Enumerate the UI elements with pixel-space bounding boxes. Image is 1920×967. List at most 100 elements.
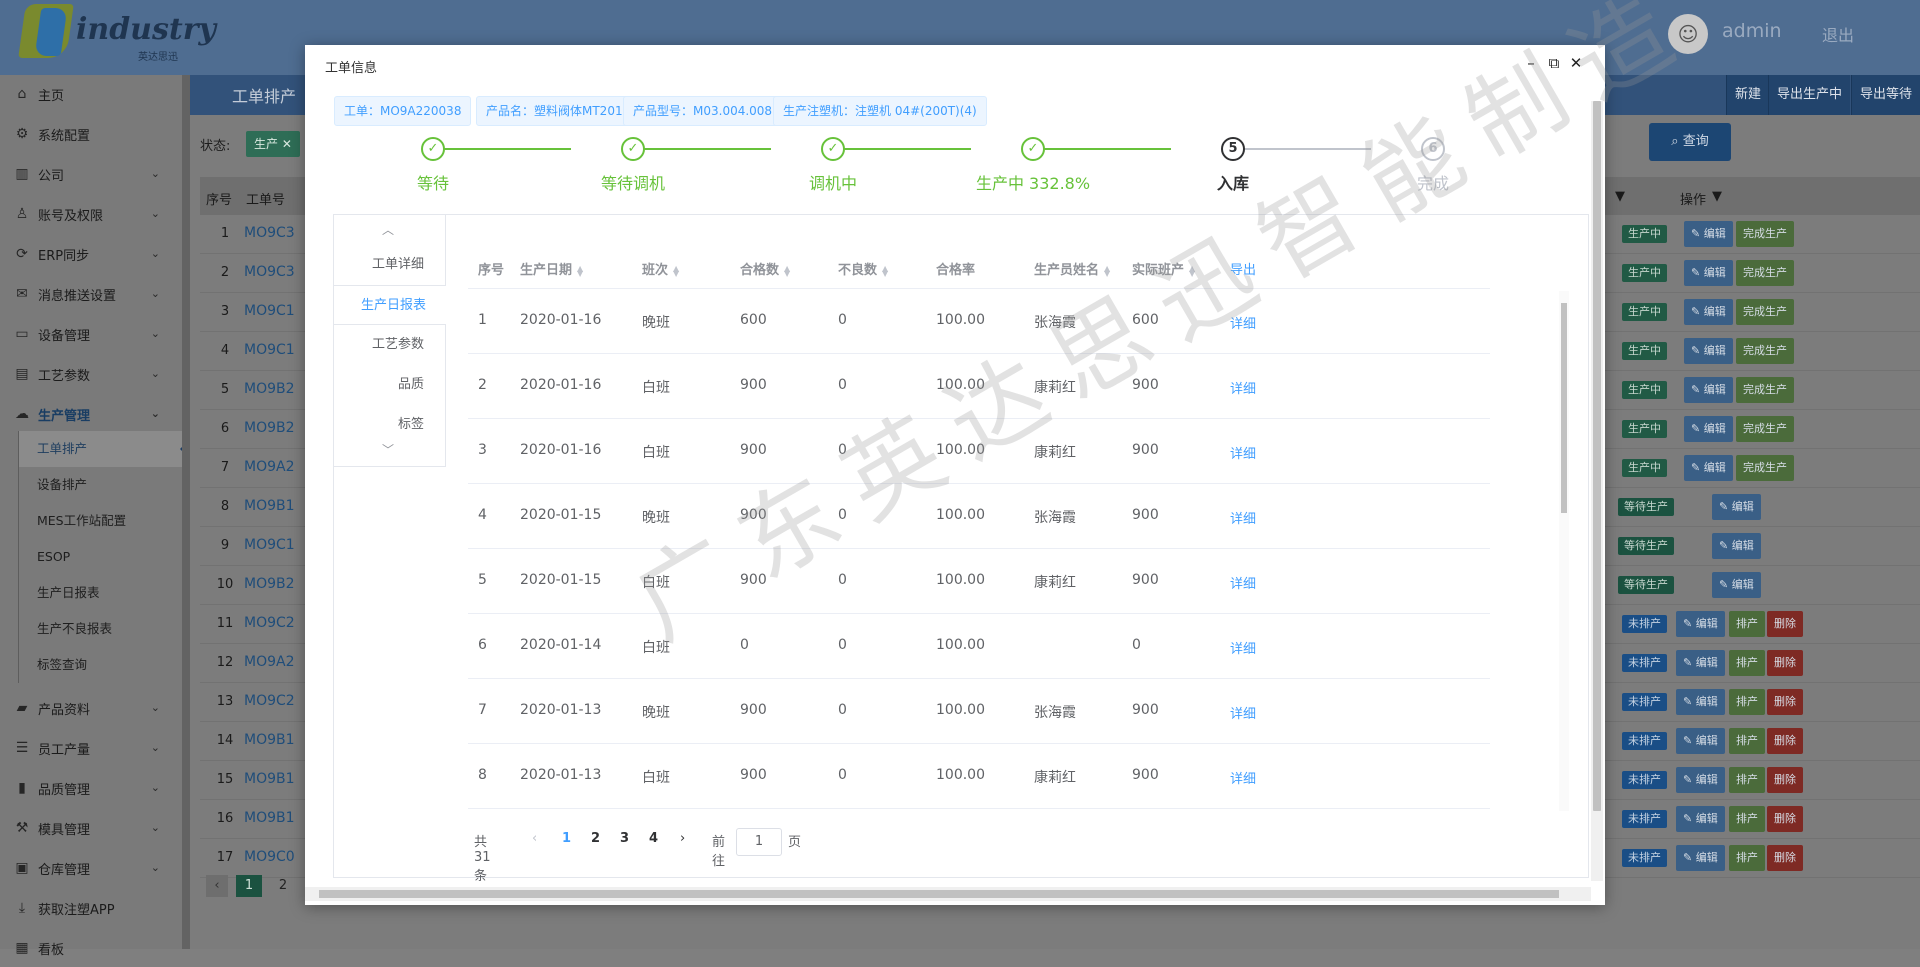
order-number-link[interactable]: MO9B2	[244, 576, 295, 592]
col-worker[interactable]: 生产员姓名 ▲ ▼	[1034, 259, 1110, 278]
edit-button[interactable]: ✎ 编辑	[1676, 650, 1725, 676]
col-good[interactable]: 合格数 ▲ ▼	[740, 259, 790, 278]
minimize-icon[interactable]: –	[1521, 53, 1541, 73]
detail-link[interactable]: 详细	[1230, 508, 1256, 527]
sidebar-subitem[interactable]: 设备排产	[18, 467, 182, 503]
finish-button[interactable]: 完成生产	[1736, 299, 1794, 325]
detail-link[interactable]: 详细	[1230, 443, 1256, 462]
sidebar-item[interactable]: ⚙ 系统配置	[0, 115, 182, 153]
export-link[interactable]: 导出	[1230, 259, 1256, 278]
edit-button[interactable]: ✎ 编辑	[1684, 416, 1733, 442]
detail-link[interactable]: 详细	[1230, 313, 1256, 332]
sidebar-item[interactable]: ⌂ 主页	[0, 75, 182, 113]
col-shift[interactable]: 班次 ▲ ▼	[642, 259, 679, 278]
edit-button[interactable]: ✎ 编辑	[1684, 260, 1733, 286]
sidebar-item[interactable]: ▦ 看板	[0, 929, 182, 967]
detail-link[interactable]: 详细	[1230, 768, 1256, 787]
schedule-button[interactable]: 排产	[1729, 689, 1765, 715]
close-icon[interactable]: ✕	[1566, 53, 1586, 73]
finish-button[interactable]: 完成生产	[1736, 260, 1794, 286]
page-3[interactable]: 3	[620, 831, 629, 846]
sidebar-subitem[interactable]: 生产不良报表	[18, 611, 182, 647]
edit-button[interactable]: ✎ 编辑	[1676, 845, 1725, 871]
edit-button[interactable]: ✎ 编辑	[1684, 221, 1733, 247]
prev-page[interactable]: ‹	[206, 875, 228, 897]
edit-button[interactable]: ✎ 编辑	[1676, 767, 1725, 793]
goto-page-input[interactable]: 1	[736, 828, 782, 856]
sidebar-subitem[interactable]: 生产日报表	[18, 575, 182, 611]
finish-button[interactable]: 完成生产	[1736, 221, 1794, 247]
col-actual[interactable]: 实际班产 ▲ ▼	[1132, 259, 1195, 278]
detail-link[interactable]: 详细	[1230, 573, 1256, 592]
finish-button[interactable]: 完成生产	[1736, 338, 1794, 364]
avatar[interactable]: ☺	[1668, 14, 1708, 54]
sidebar-item[interactable]: ▭ 设备管理 ⌄	[0, 315, 182, 353]
edit-button[interactable]: ✎ 编辑	[1676, 689, 1725, 715]
detail-link[interactable]: 详细	[1230, 378, 1256, 397]
sidebar-item[interactable]: ✉ 消息推送设置 ⌄	[0, 275, 182, 313]
tab-process-params[interactable]: 工艺参数	[334, 325, 444, 365]
schedule-button[interactable]: 排产	[1729, 728, 1765, 754]
delete-button[interactable]: 删除	[1767, 650, 1803, 676]
logout-link[interactable]: 退出	[1822, 22, 1854, 46]
page-2[interactable]: 2	[591, 831, 600, 846]
order-number-link[interactable]: MO9C0	[244, 849, 295, 865]
order-number-link[interactable]: MO9C1	[244, 303, 295, 319]
status-filter-tag[interactable]: 生产 ✕	[246, 131, 300, 157]
order-number-link[interactable]: MO9A2	[244, 654, 295, 670]
edit-button[interactable]: ✎ 编辑	[1684, 299, 1733, 325]
delete-button[interactable]: 删除	[1767, 689, 1803, 715]
order-number-link[interactable]: MO9C3	[244, 225, 295, 241]
page-1[interactable]: 1	[236, 875, 262, 897]
delete-button[interactable]: 删除	[1767, 728, 1803, 754]
sidebar-item[interactable]: ▤ 工艺参数 ⌄	[0, 355, 182, 393]
next-page-icon[interactable]: ›	[680, 831, 685, 846]
order-number-link[interactable]: MO9C1	[244, 342, 295, 358]
filter-icon[interactable]: ▼	[1615, 189, 1625, 204]
tab-quality[interactable]: 品质	[334, 365, 444, 405]
delete-button[interactable]: 删除	[1767, 806, 1803, 832]
detail-link[interactable]: 详细	[1230, 638, 1256, 657]
delete-button[interactable]: 删除	[1767, 767, 1803, 793]
new-button[interactable]: 新建	[1726, 75, 1770, 115]
schedule-button[interactable]: 排产	[1729, 767, 1765, 793]
order-number-link[interactable]: MO9C1	[244, 537, 295, 553]
tab-label[interactable]: 标签	[334, 405, 444, 445]
order-number-link[interactable]: MO9C2	[244, 615, 295, 631]
col-date[interactable]: 生产日期 ▲ ▼	[520, 259, 583, 278]
sidebar-subitem[interactable]: 工单排产	[18, 431, 190, 467]
order-number-link[interactable]: MO9A2	[244, 459, 295, 475]
page-1[interactable]: 1	[562, 831, 571, 846]
chevron-up-icon[interactable]: ︿	[382, 221, 394, 238]
schedule-button[interactable]: 排产	[1729, 845, 1765, 871]
export-waiting-button[interactable]: 导出等待	[1851, 75, 1920, 115]
sidebar-item[interactable]: ▮ 品质管理 ⌄	[0, 769, 182, 807]
dialog-h-scrollbar[interactable]	[305, 887, 1591, 901]
order-number-link[interactable]: MO9C2	[244, 693, 295, 709]
page-4[interactable]: 4	[649, 831, 658, 846]
sidebar-scrollbar[interactable]	[182, 75, 190, 949]
sidebar-item[interactable]: ☰ 员工产量 ⌄	[0, 729, 182, 767]
maximize-icon[interactable]: ⧉	[1544, 53, 1564, 73]
sidebar-subitem[interactable]: 标签查询	[18, 647, 182, 683]
order-number-link[interactable]: MO9B2	[244, 420, 295, 436]
table-scrollbar[interactable]	[1559, 291, 1569, 811]
edit-button[interactable]: ✎ 编辑	[1684, 338, 1733, 364]
edit-button[interactable]: ✎ 编辑	[1676, 611, 1725, 637]
order-number-link[interactable]: MO9B2	[244, 381, 295, 397]
sidebar-subitem[interactable]: MES工作站配置	[18, 503, 182, 539]
edit-button[interactable]: ✎ 编辑	[1676, 806, 1725, 832]
finish-button[interactable]: 完成生产	[1736, 377, 1794, 403]
tab-daily-report[interactable]: 生产日报表	[334, 285, 446, 325]
finish-button[interactable]: 完成生产	[1736, 455, 1794, 481]
sidebar-item[interactable]: ⟳ ERP同步 ⌄	[0, 235, 182, 273]
sidebar-item[interactable]: ♙ 账号及权限 ⌄	[0, 195, 182, 233]
schedule-button[interactable]: 排产	[1729, 650, 1765, 676]
sidebar-subitem[interactable]: ESOP	[18, 539, 182, 575]
delete-button[interactable]: 删除	[1767, 611, 1803, 637]
page-2[interactable]: 2	[270, 875, 296, 897]
export-running-button[interactable]: 导出生产中	[1768, 75, 1851, 115]
prev-page-icon[interactable]: ‹	[532, 831, 537, 846]
delete-button[interactable]: 删除	[1767, 845, 1803, 871]
schedule-button[interactable]: 排产	[1729, 806, 1765, 832]
